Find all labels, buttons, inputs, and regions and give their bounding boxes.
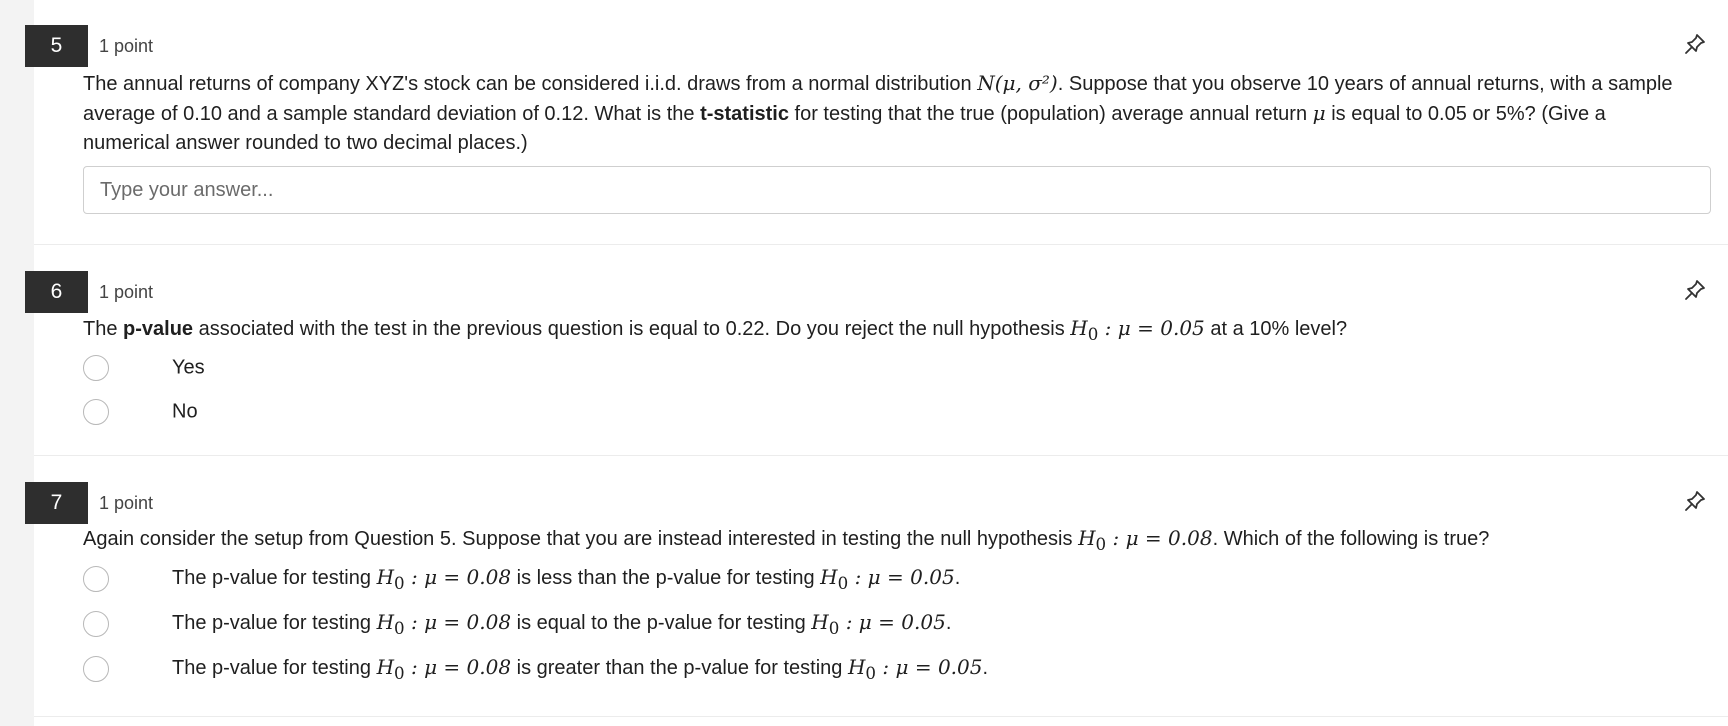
radio-button[interactable] bbox=[83, 355, 109, 381]
question-5: 5 1 point The annual returns of company … bbox=[25, 0, 1728, 245]
option-label: The p-value for testing H0 : μ = 0.08 is… bbox=[172, 655, 989, 683]
points-label: 1 point bbox=[99, 282, 154, 302]
radio-button[interactable] bbox=[83, 611, 109, 637]
option-equal[interactable]: The p-value for testing H0 : μ = 0.08 is… bbox=[83, 609, 951, 639]
question-7: 7 1 point Again consider the setup from … bbox=[25, 456, 1728, 717]
question-prompt: Again consider the setup from Question 5… bbox=[83, 526, 1490, 554]
points-label: 1 point bbox=[99, 36, 154, 56]
question-number: 5 bbox=[25, 25, 88, 67]
option-no[interactable]: No bbox=[83, 397, 198, 427]
question-number: 6 bbox=[25, 271, 88, 313]
radio-button[interactable] bbox=[83, 399, 109, 425]
question-number: 7 bbox=[25, 482, 88, 524]
option-yes[interactable]: Yes bbox=[83, 353, 205, 383]
question-6: 6 1 point The p-value associated with th… bbox=[25, 245, 1728, 456]
question-prompt: The p-value associated with the test in … bbox=[83, 316, 1348, 344]
option-label: The p-value for testing H0 : μ = 0.08 is… bbox=[172, 565, 961, 593]
option-label: Yes bbox=[172, 356, 205, 379]
pin-icon[interactable] bbox=[1683, 32, 1707, 56]
option-label: No bbox=[172, 400, 198, 423]
pin-icon[interactable] bbox=[1683, 278, 1707, 302]
radio-button[interactable] bbox=[83, 566, 109, 592]
points-label: 1 point bbox=[99, 493, 154, 513]
radio-button[interactable] bbox=[83, 656, 109, 682]
question-prompt: The annual returns of company XYZ's stoc… bbox=[83, 71, 1673, 154]
option-greater[interactable]: The p-value for testing H0 : μ = 0.08 is… bbox=[83, 654, 988, 684]
option-less[interactable]: The p-value for testing H0 : μ = 0.08 is… bbox=[83, 564, 960, 594]
answer-input[interactable] bbox=[83, 166, 1711, 214]
quiz-page: 5 1 point The annual returns of company … bbox=[25, 0, 1728, 726]
option-label: The p-value for testing H0 : μ = 0.08 is… bbox=[172, 610, 952, 638]
pin-icon[interactable] bbox=[1683, 489, 1707, 513]
